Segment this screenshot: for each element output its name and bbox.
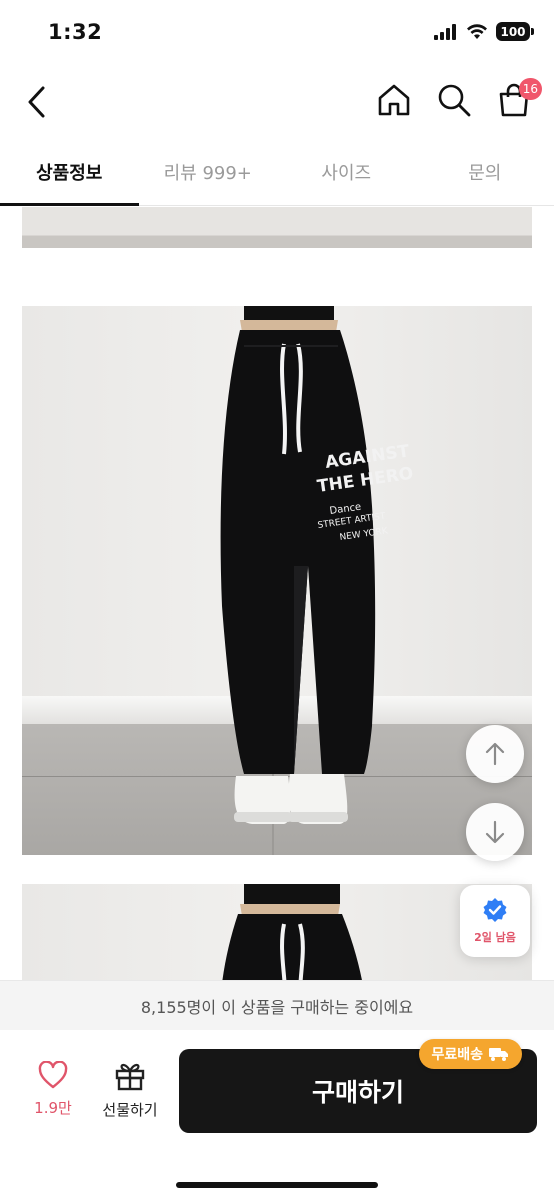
product-photo-main: AGAINST THE HERO Dance STREET ARTIST NEW… — [22, 306, 532, 855]
scroll-up-button[interactable] — [466, 725, 524, 783]
product-photo-partial-bottom — [22, 884, 532, 980]
tab-size[interactable]: 사이즈 — [277, 138, 416, 205]
product-photo-partial-top — [22, 207, 532, 248]
scroll-down-button[interactable] — [466, 803, 524, 861]
deadline-chip[interactable]: 2일 남음 — [460, 885, 530, 957]
gift-button[interactable]: 선물하기 — [94, 1061, 166, 1127]
free-shipping-badge: 무료배송 — [419, 1039, 522, 1069]
home-icon — [378, 84, 410, 116]
deadline-label: 2일 남음 — [474, 931, 516, 944]
cart-count-badge: 16 — [518, 78, 542, 100]
battery-level: 100 — [496, 22, 530, 41]
gift-label: 선물하기 — [102, 1101, 158, 1119]
buying-now-notice: 8,155명이 이 상품을 구매하는 중이에요 — [0, 980, 554, 1030]
product-pants-image: AGAINST THE HERO Dance STREET ARTIST NEW… — [220, 306, 415, 824]
battery-icon: 100 — [496, 22, 534, 41]
like-button[interactable]: 1.9만 — [22, 1061, 84, 1127]
search-button[interactable] — [434, 80, 474, 120]
product-tabs: 상품정보 리뷰 999+ 사이즈 문의 — [0, 138, 554, 206]
search-icon — [438, 84, 471, 117]
tab-inquiry[interactable]: 문의 — [416, 138, 554, 205]
home-button[interactable] — [374, 80, 414, 120]
chevron-left-icon — [28, 86, 45, 118]
bottom-action-bar: 1.9만 선물하기 구매하기 무료배송 — [0, 1031, 554, 1200]
status-bar: 1:32 100 — [0, 0, 554, 66]
tab-reviews[interactable]: 리뷰 999+ — [139, 138, 278, 205]
status-icons: 100 — [434, 22, 534, 41]
verified-badge-icon — [483, 898, 507, 922]
product-detail-content[interactable]: AGAINST THE HERO Dance STREET ARTIST NEW… — [0, 207, 554, 980]
arrow-up-icon — [485, 742, 505, 766]
tab-product-info[interactable]: 상품정보 — [0, 138, 139, 206]
signal-icon — [434, 23, 456, 40]
nav-actions: 16 — [374, 78, 542, 120]
cart-button[interactable]: 16 — [494, 78, 542, 120]
home-indicator — [176, 1182, 378, 1188]
wifi-icon — [467, 23, 487, 39]
truck-icon — [489, 1048, 508, 1061]
back-button[interactable] — [18, 82, 54, 122]
like-count: 1.9만 — [34, 1099, 72, 1117]
arrow-down-icon — [485, 820, 505, 844]
status-time: 1:32 — [48, 20, 103, 44]
gift-icon — [115, 1063, 145, 1091]
nav-bar: 16 — [0, 66, 554, 138]
free-shipping-label: 무료배송 — [431, 1047, 483, 1063]
heart-icon — [38, 1061, 68, 1089]
